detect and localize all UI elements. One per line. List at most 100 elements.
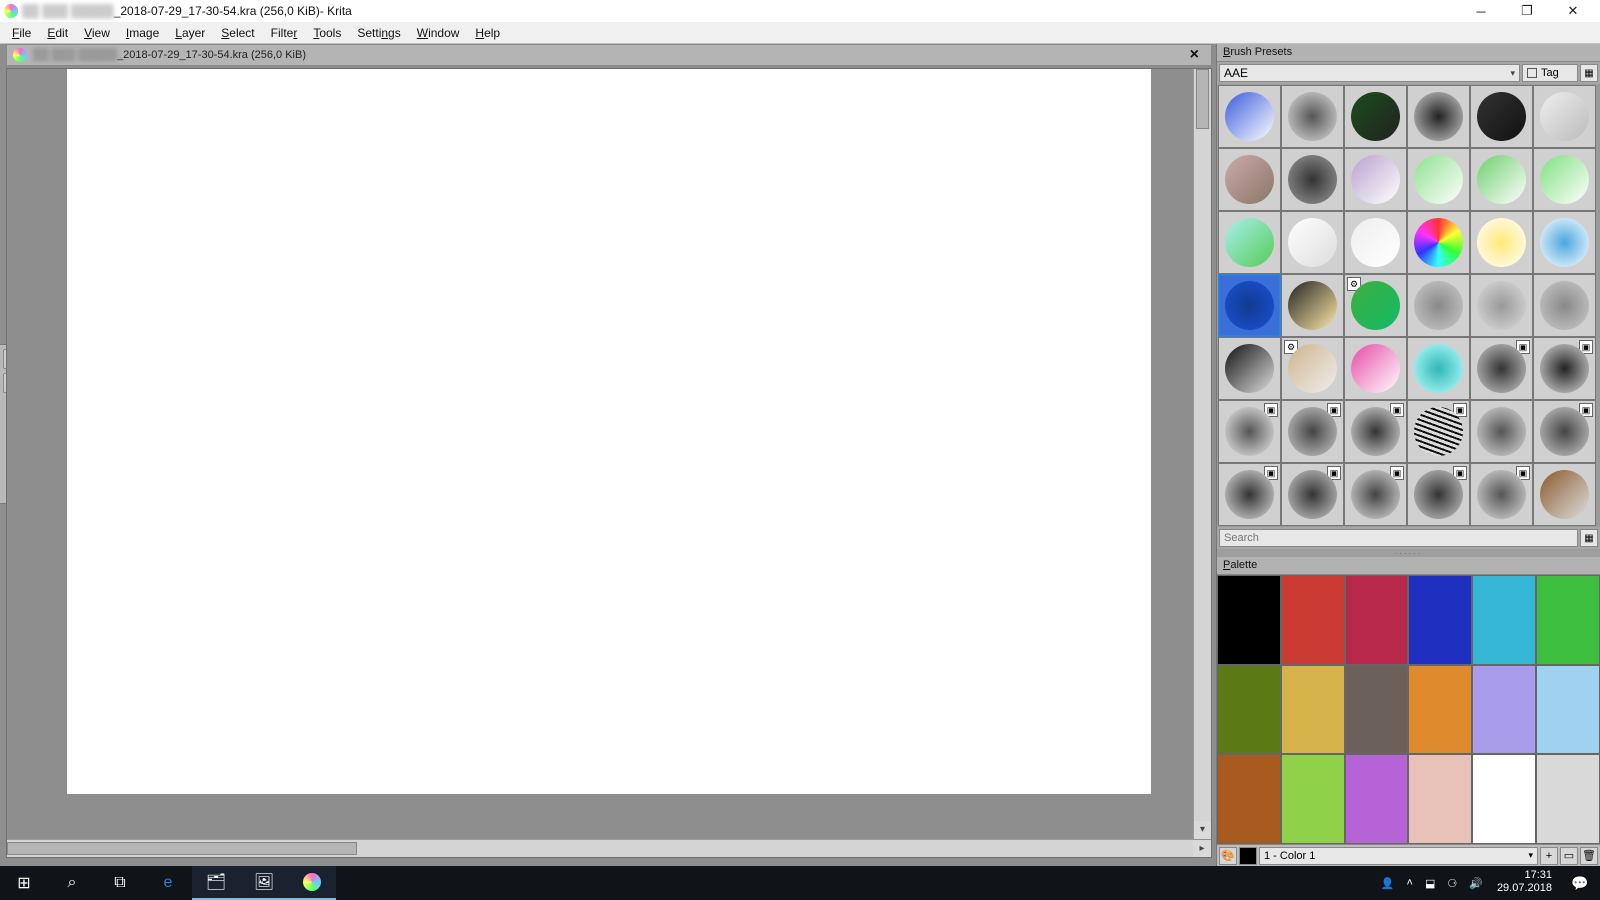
brush-preset[interactable] bbox=[1218, 148, 1281, 211]
palette-swatch[interactable] bbox=[1472, 575, 1536, 665]
palette-swatch[interactable] bbox=[1217, 575, 1281, 665]
brush-preset[interactable]: ▣ bbox=[1533, 400, 1596, 463]
palette-swatch[interactable] bbox=[1281, 665, 1345, 755]
palette-color-name-selector[interactable]: 1 - Color 1 ▾ bbox=[1259, 847, 1538, 865]
palette-swatch[interactable] bbox=[1408, 665, 1472, 755]
brush-view-mode-button[interactable]: ▦ bbox=[1580, 64, 1598, 82]
scroll-right-icon[interactable]: ▸ bbox=[1193, 840, 1211, 857]
taskbar-app-krita[interactable] bbox=[288, 866, 336, 900]
tray-chevron-up-icon[interactable]: ˄ bbox=[1407, 877, 1413, 889]
brush-preset[interactable] bbox=[1533, 211, 1596, 274]
brush-preset[interactable] bbox=[1533, 463, 1596, 526]
brush-preset[interactable] bbox=[1470, 85, 1533, 148]
brush-preset[interactable] bbox=[1281, 85, 1344, 148]
menu-filter[interactable]: Filter bbox=[263, 24, 306, 42]
brush-preset[interactable] bbox=[1470, 148, 1533, 211]
palette-header[interactable]: Palette bbox=[1217, 557, 1600, 575]
window-minimize-button[interactable]: ─ bbox=[1458, 0, 1504, 22]
taskbar-clock[interactable]: 17:31 29.07.2018 bbox=[1489, 866, 1560, 900]
palette-swatch[interactable] bbox=[1536, 754, 1600, 844]
palette-swatch[interactable] bbox=[1472, 754, 1536, 844]
brush-preset[interactable]: ▣ bbox=[1218, 400, 1281, 463]
menu-layer[interactable]: Layer bbox=[167, 24, 213, 42]
panel-splitter[interactable]: ······ bbox=[1217, 549, 1600, 557]
brush-preset[interactable] bbox=[1533, 85, 1596, 148]
palette-swatch[interactable] bbox=[1536, 575, 1600, 665]
tray-volume-icon[interactable]: 🔊 bbox=[1469, 877, 1483, 890]
brush-preset[interactable] bbox=[1344, 148, 1407, 211]
palette-swatch[interactable] bbox=[1217, 754, 1281, 844]
brush-preset-selected[interactable] bbox=[1218, 274, 1281, 337]
palette-swatch[interactable] bbox=[1217, 665, 1281, 755]
menu-settings[interactable]: Settings bbox=[349, 24, 408, 42]
start-button[interactable]: ⊞ bbox=[0, 866, 48, 900]
brush-search-input[interactable] bbox=[1219, 529, 1578, 547]
brush-preset[interactable] bbox=[1218, 85, 1281, 148]
palette-add-button[interactable]: + bbox=[1540, 847, 1558, 865]
brush-presets-header[interactable]: Brush Presets bbox=[1217, 44, 1600, 62]
vertical-scrollbar[interactable]: ▾ bbox=[1193, 69, 1211, 839]
palette-current-color[interactable] bbox=[1239, 847, 1257, 865]
palette-delete-button[interactable]: 🗑 bbox=[1580, 847, 1598, 865]
document-tab-close-icon[interactable]: × bbox=[1184, 46, 1205, 64]
brush-preset[interactable] bbox=[1470, 400, 1533, 463]
menu-tools[interactable]: Tools bbox=[305, 24, 349, 42]
horizontal-scrollbar[interactable]: ▸ bbox=[7, 839, 1193, 857]
brush-preset[interactable] bbox=[1344, 337, 1407, 400]
menu-help[interactable]: Help bbox=[467, 24, 508, 42]
action-center-icon[interactable]: 💬 bbox=[1560, 866, 1600, 900]
tray-dropbox-icon[interactable]: ⬓ bbox=[1425, 877, 1435, 890]
brush-preset[interactable] bbox=[1407, 148, 1470, 211]
palette-swatch[interactable] bbox=[1345, 754, 1409, 844]
brush-preset[interactable]: ▣ bbox=[1281, 463, 1344, 526]
brush-preset[interactable]: ⚙ bbox=[1281, 337, 1344, 400]
brush-preset[interactable] bbox=[1533, 148, 1596, 211]
brush-preset[interactable] bbox=[1344, 211, 1407, 274]
brush-tag-button[interactable]: Tag bbox=[1522, 64, 1578, 82]
palette-picker-icon[interactable]: 🎨 bbox=[1219, 847, 1237, 865]
taskbar-app-photos[interactable]: 🖼 bbox=[240, 866, 288, 900]
palette-folder-button[interactable]: ▭ bbox=[1560, 847, 1578, 865]
brush-preset[interactable]: ▣ bbox=[1470, 463, 1533, 526]
brush-tag-selector[interactable]: AAE ▾ bbox=[1219, 64, 1520, 82]
tray-people-icon[interactable]: 👤 bbox=[1381, 877, 1395, 890]
window-close-button[interactable]: ✕ bbox=[1550, 0, 1596, 22]
horizontal-scrollbar-thumb[interactable] bbox=[7, 842, 357, 855]
tray-wifi-icon[interactable]: ⚆ bbox=[1447, 877, 1457, 890]
menu-window[interactable]: Window bbox=[409, 24, 468, 42]
brush-preset[interactable]: ▣ bbox=[1470, 337, 1533, 400]
menu-file[interactable]: File bbox=[4, 24, 39, 42]
menu-image[interactable]: Image bbox=[118, 24, 167, 42]
brush-preset[interactable] bbox=[1344, 85, 1407, 148]
palette-swatch[interactable] bbox=[1536, 665, 1600, 755]
palette-swatch[interactable] bbox=[1408, 575, 1472, 665]
brush-preset[interactable] bbox=[1407, 211, 1470, 274]
brush-search-options-button[interactable]: ▦ bbox=[1580, 529, 1598, 547]
palette-swatch[interactable] bbox=[1281, 575, 1345, 665]
brush-preset[interactable] bbox=[1407, 85, 1470, 148]
brush-preset[interactable]: ▣ bbox=[1281, 400, 1344, 463]
brush-preset[interactable] bbox=[1407, 274, 1470, 337]
palette-swatch[interactable] bbox=[1408, 754, 1472, 844]
taskbar-app-edge[interactable]: e bbox=[144, 866, 192, 900]
brush-preset[interactable]: ▣ bbox=[1344, 400, 1407, 463]
brush-preset[interactable] bbox=[1470, 274, 1533, 337]
brush-preset[interactable] bbox=[1533, 274, 1596, 337]
brush-preset[interactable]: ▣ bbox=[1533, 337, 1596, 400]
palette-swatch[interactable] bbox=[1472, 665, 1536, 755]
task-view-icon[interactable]: ⧉ bbox=[96, 866, 144, 900]
palette-swatch[interactable] bbox=[1345, 575, 1409, 665]
menu-edit[interactable]: Edit bbox=[39, 24, 76, 42]
brush-preset[interactable] bbox=[1218, 337, 1281, 400]
brush-preset[interactable]: ▣ bbox=[1407, 400, 1470, 463]
taskbar-app-explorer[interactable]: 🗂 bbox=[192, 866, 240, 900]
taskbar-search-icon[interactable]: ⌕ bbox=[48, 866, 96, 900]
scroll-down-icon[interactable]: ▾ bbox=[1194, 821, 1211, 839]
window-maximize-button[interactable]: ❐ bbox=[1504, 0, 1550, 22]
canvas[interactable] bbox=[67, 69, 1151, 794]
brush-preset[interactable]: ▣ bbox=[1344, 463, 1407, 526]
brush-preset[interactable] bbox=[1218, 211, 1281, 274]
brush-preset[interactable] bbox=[1281, 211, 1344, 274]
brush-preset[interactable] bbox=[1281, 148, 1344, 211]
palette-swatch[interactable] bbox=[1281, 754, 1345, 844]
